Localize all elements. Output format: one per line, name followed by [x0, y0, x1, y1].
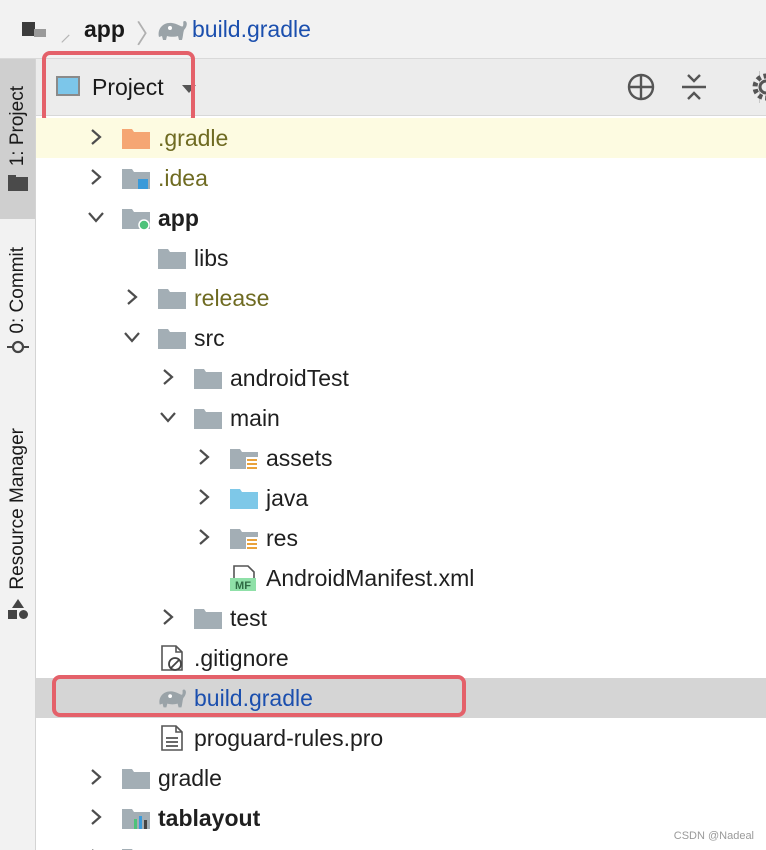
project-tree: .gradle .idea app libs release src andro…	[36, 118, 766, 850]
chevron-right-icon[interactable]	[86, 167, 106, 187]
tree-row-release[interactable]: release	[36, 278, 766, 318]
tree-row-gitignore[interactable]: .gitignore	[36, 638, 766, 678]
chevron-right-icon[interactable]	[122, 287, 142, 307]
folder-icon	[156, 245, 188, 271]
tree-label: proguard-rules.pro	[194, 725, 384, 751]
tab-commit-label: 0: Commit	[6, 246, 28, 334]
tree-label: .gitignore	[194, 645, 289, 671]
collapse-all-icon[interactable]	[680, 72, 708, 102]
breadcrumb-module[interactable]: app	[84, 16, 125, 43]
tree-row-gradle[interactable]: .gradle	[36, 118, 766, 158]
tree-row-src[interactable]: src	[36, 318, 766, 358]
tree-row-androidtest[interactable]: androidTest	[36, 358, 766, 398]
tab-resource-manager-label: Resource Manager	[6, 428, 28, 590]
folder-icon	[7, 175, 28, 192]
chevron-right-icon[interactable]	[86, 807, 106, 827]
folder-icon	[120, 165, 152, 189]
project-view-highlight	[42, 51, 195, 125]
folder-icon	[192, 365, 224, 391]
library-module-icon	[120, 805, 152, 829]
tree-label: gradle	[158, 765, 222, 791]
tree-label: .idea	[158, 165, 208, 191]
chevron-right-icon[interactable]	[158, 367, 178, 387]
manifest-file-icon: MF	[230, 565, 256, 591]
tree-row-app[interactable]: app	[36, 198, 766, 238]
chevron-right-icon[interactable]	[86, 127, 106, 147]
gear-icon[interactable]	[744, 72, 766, 102]
chevron-right-icon[interactable]	[86, 767, 106, 787]
chevron-down-icon[interactable]	[86, 207, 106, 227]
tree-row-manifest[interactable]: MF AndroidManifest.xml	[36, 558, 766, 598]
tree-label: src	[194, 325, 225, 351]
tree-label: assets	[266, 445, 333, 471]
tab-project[interactable]: 1: Project	[0, 59, 35, 219]
tree-row-res[interactable]: res	[36, 518, 766, 558]
tree-label: main	[230, 405, 280, 431]
tool-window-stripe: 1: Project 0: Commit Resource Manager	[0, 59, 36, 850]
tree-row-tablayout[interactable]: tablayout	[36, 798, 766, 838]
resource-folder-icon	[228, 525, 260, 551]
tree-row-libs[interactable]: libs	[36, 238, 766, 278]
tree-row-assets[interactable]: assets	[36, 438, 766, 478]
tree-label: libs	[194, 245, 229, 271]
tree-label: test	[230, 605, 268, 631]
tree-label: .gradle	[158, 125, 229, 151]
tree-row-idea[interactable]: .idea	[36, 158, 766, 198]
build-gradle-highlight	[52, 675, 466, 717]
chevron-right-icon[interactable]	[158, 607, 178, 627]
shapes-icon	[7, 598, 28, 619]
chevron-right-icon[interactable]	[194, 447, 214, 467]
text-file-icon	[156, 725, 188, 751]
tree-label: AndroidManifest.xml	[266, 565, 475, 591]
commit-icon	[6, 341, 29, 354]
folder-icon	[156, 325, 188, 351]
tree-label: release	[194, 285, 270, 311]
gradle-icon	[155, 17, 189, 43]
breadcrumb-separator: ⸝	[60, 21, 72, 46]
folder-icon	[156, 285, 188, 311]
source-folder-icon	[228, 485, 260, 511]
folder-icon	[120, 845, 152, 850]
tab-project-label: 1: Project	[6, 85, 28, 167]
watermark: CSDN @Nadeal	[673, 830, 754, 842]
tree-row-test[interactable]: test	[36, 598, 766, 638]
tree-label: res	[266, 525, 298, 551]
ignore-file-icon	[156, 645, 188, 671]
tree-label: java	[266, 485, 309, 511]
chevron-down-icon[interactable]	[158, 407, 178, 427]
tree-label: app	[158, 205, 199, 231]
folder-icon	[120, 765, 152, 791]
tab-commit[interactable]: 0: Commit	[0, 231, 35, 371]
module-folder-icon	[120, 205, 152, 231]
tree-row-proguard[interactable]: proguard-rules.pro	[36, 718, 766, 758]
locate-icon[interactable]	[626, 72, 656, 102]
tree-row-java[interactable]: java	[36, 478, 766, 518]
tree-row-partial	[36, 838, 766, 850]
folder-icon	[192, 605, 224, 631]
chevron-right-icon[interactable]	[194, 527, 214, 547]
module-icon	[22, 22, 48, 38]
breadcrumb-file[interactable]: build.gradle	[192, 16, 311, 43]
folder-icon	[120, 125, 152, 151]
chevron-right-icon[interactable]	[194, 487, 214, 507]
tree-label: androidTest	[230, 365, 349, 391]
resource-folder-icon	[228, 445, 260, 471]
tree-row-main[interactable]: main	[36, 398, 766, 438]
tree-label: tablayout	[158, 805, 261, 831]
tree-row-gradle-root[interactable]: gradle	[36, 758, 766, 798]
chevron-down-icon[interactable]	[122, 327, 142, 347]
folder-icon	[192, 405, 224, 431]
tab-resource-manager[interactable]: Resource Manager	[0, 409, 35, 639]
manifest-badge: MF	[235, 580, 251, 591]
